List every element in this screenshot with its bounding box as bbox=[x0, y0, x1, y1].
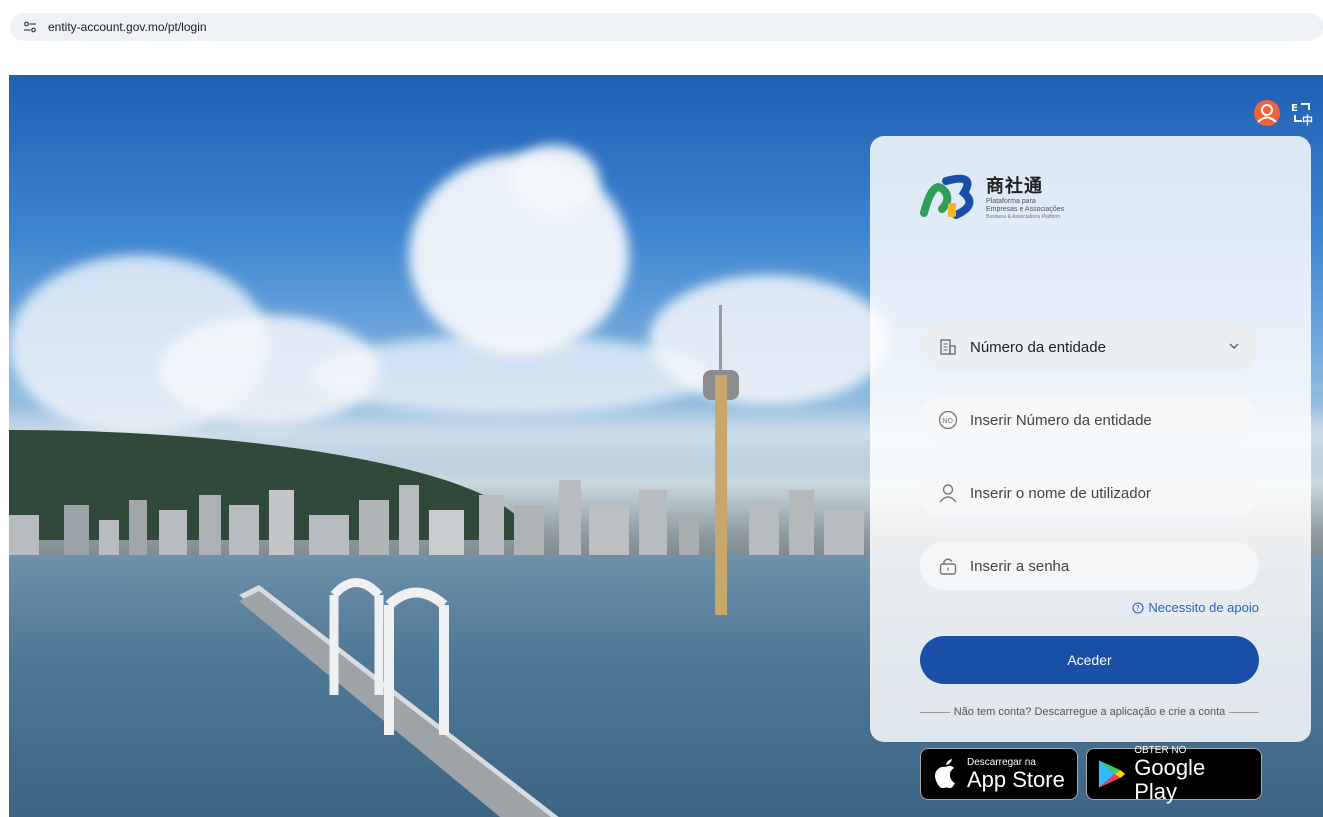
apple-badge-small: Descarregar na bbox=[967, 756, 1036, 768]
google-badge-small: OBTER NO bbox=[1134, 744, 1187, 756]
lock-icon bbox=[938, 556, 958, 576]
site-settings-icon[interactable] bbox=[22, 19, 38, 35]
cloud bbox=[509, 145, 599, 215]
svg-text:?: ? bbox=[1136, 604, 1140, 613]
entity-number-input[interactable]: NO Inserir Número da entidade bbox=[920, 396, 1259, 444]
number-badge-icon: NO bbox=[938, 410, 958, 430]
address-bar[interactable]: entity-account.gov.mo/pt/login bbox=[10, 13, 1323, 41]
language-switch-icon[interactable]: E中 bbox=[1289, 100, 1315, 131]
tower-shaft bbox=[715, 375, 727, 615]
username-input[interactable]: Inserir o nome de utilizador bbox=[920, 469, 1259, 517]
divider bbox=[1229, 711, 1259, 713]
login-submit-button[interactable]: Aceder bbox=[920, 636, 1259, 684]
building-icon bbox=[938, 337, 958, 357]
divider bbox=[920, 711, 950, 713]
brand-mark-icon bbox=[920, 174, 974, 219]
help-link[interactable]: ? Necessito de apoio bbox=[1132, 600, 1259, 615]
brand-subtitle: Plataforma para Empresas e Associações bbox=[986, 198, 1065, 213]
signup-note-text: Não tem conta? Descarregue a aplicação e… bbox=[953, 706, 1226, 718]
login-type-select[interactable]: Número da entidade bbox=[920, 323, 1259, 371]
chevron-down-icon[interactable] bbox=[1227, 339, 1241, 358]
brand-logo: 商社通 Plataforma para Empresas e Associaçõ… bbox=[920, 172, 1066, 220]
help-circle-icon: ? bbox=[1132, 601, 1144, 614]
help-link-label[interactable]: Necessito de apoio bbox=[1148, 600, 1259, 615]
app-store-badges: Descarregar na App Store OBTER NO Google… bbox=[920, 744, 1262, 803]
google-play-button[interactable]: OBTER NO Google Play bbox=[1086, 744, 1262, 803]
apple-icon bbox=[935, 759, 955, 789]
bridge bbox=[239, 578, 559, 817]
brand-subtitle-en: Business & Associations Platform bbox=[986, 214, 1061, 220]
signup-note: Não tem conta? Descarregue a aplicação e… bbox=[920, 706, 1259, 718]
login-panel: 商社通 Plataforma para Empresas e Associaçõ… bbox=[870, 136, 1311, 803]
apple-badge-big: App Store bbox=[967, 766, 1065, 792]
user-icon bbox=[938, 483, 958, 503]
url-text[interactable]: entity-account.gov.mo/pt/login bbox=[48, 20, 207, 34]
google-badge-big: Google Play bbox=[1134, 754, 1206, 804]
header-icons: E中 bbox=[1253, 99, 1315, 132]
svg-text:NO: NO bbox=[942, 417, 953, 425]
svg-text:中: 中 bbox=[1302, 113, 1313, 126]
app-store-button[interactable]: Descarregar na App Store bbox=[920, 748, 1078, 800]
username-placeholder: Inserir o nome de utilizador bbox=[970, 484, 1151, 502]
cloud bbox=[309, 335, 709, 415]
login-type-value: Número da entidade bbox=[970, 338, 1106, 356]
password-placeholder: Inserir a senha bbox=[970, 557, 1070, 575]
tower-spire bbox=[719, 305, 722, 375]
svg-text:E: E bbox=[1291, 103, 1298, 114]
brand-name: 商社通 bbox=[986, 176, 1043, 196]
user-circle-icon[interactable] bbox=[1253, 99, 1281, 132]
password-input[interactable]: Inserir a senha bbox=[920, 542, 1259, 590]
entity-number-placeholder: Inserir Número da entidade bbox=[970, 411, 1152, 429]
google-play-icon bbox=[1098, 760, 1126, 788]
